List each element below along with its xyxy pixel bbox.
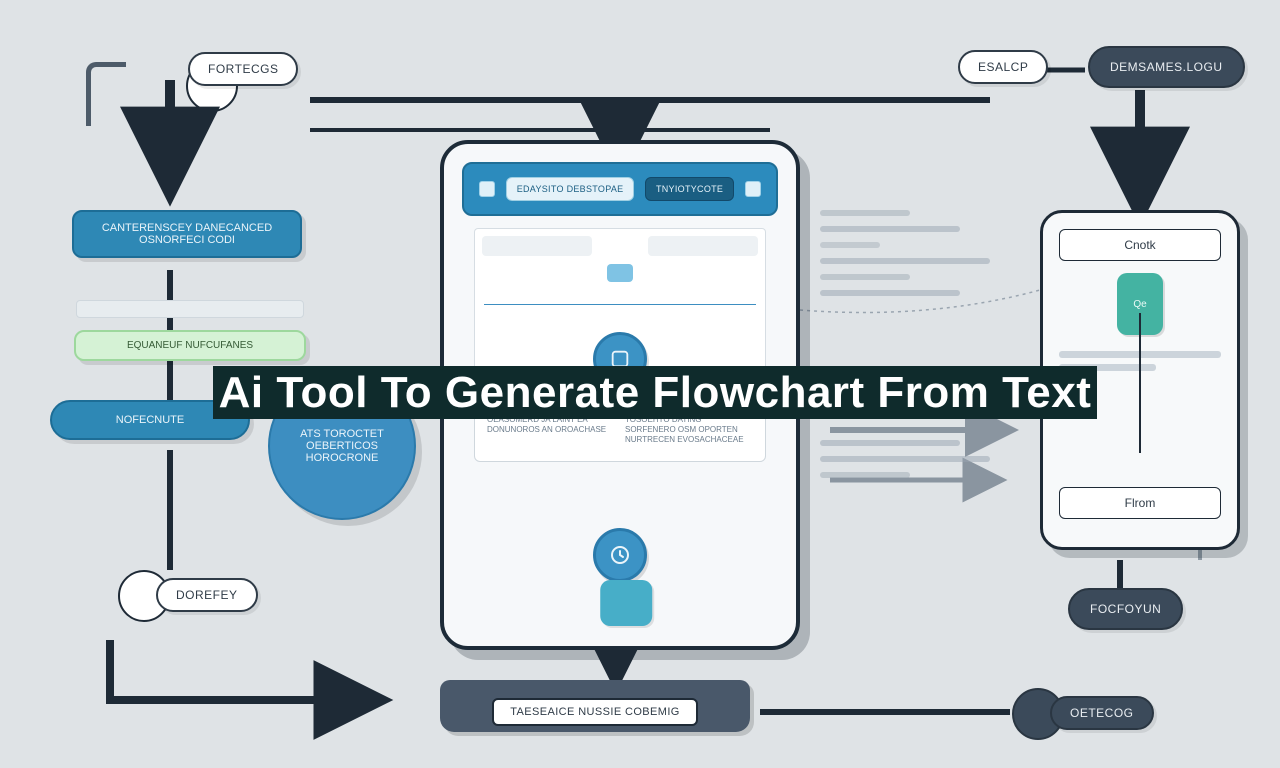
tab-label: TNYIOTYCOTE <box>656 184 723 194</box>
tablet-preview <box>474 228 766 378</box>
hint-lines-lower <box>820 430 1040 488</box>
node-canterenscey: CANTERENSCEY DANECANCED OSNORFECI CODI <box>72 210 302 258</box>
detail-col-2: CHANS THE DEINCORG TOSOEHTO DATING SORFE… <box>625 405 753 445</box>
node-large-circle: ATS TOROCTET OEBERTICOS HOROCRONE <box>268 372 416 520</box>
node-nofecnute: NOFECNUTE <box>50 400 250 440</box>
preview-mini-icon <box>607 264 633 282</box>
node-dorefey: DOREFEY <box>156 578 258 612</box>
node-label: CANTERENSCEY DANECANCED OSNORFECI CODI <box>102 222 272 246</box>
tab-label: EDAYSITO DEBSTOPAE <box>517 184 624 194</box>
panel-bottom-field[interactable]: Flrom <box>1059 487 1221 519</box>
preview-node-icon <box>593 332 647 386</box>
field-label: Cnotk <box>1124 238 1155 252</box>
mini-card-icon <box>600 580 652 626</box>
node-label: DOREFEY <box>176 588 238 602</box>
node-label: ESALCP <box>978 60 1028 74</box>
node-focfoyun: FOCFOYUN <box>1068 588 1183 630</box>
preview-divider <box>484 304 756 305</box>
node-label: FORTECGS <box>208 62 278 76</box>
decorative-bracket <box>86 62 126 126</box>
tray-label: TAESEAICE NUSSIE COBEMIG <box>510 706 680 718</box>
node-label: NOFECNUTE <box>116 414 184 426</box>
node-equaneuf: EQUANEUF NUFCUFANES <box>74 330 306 361</box>
tablet-detail: CPONL DAN DERSCHING CENA OEASOMERD JA LA… <box>474 394 766 462</box>
header-chip-icon <box>479 181 495 197</box>
node-demsames: DEMSAMES.LOGU <box>1088 46 1245 88</box>
node-label: FOCFOYUN <box>1090 602 1161 616</box>
node-fortecgs: FORTECGS <box>188 52 298 86</box>
tab-a[interactable]: EDAYSITO DEBSTOPAE <box>506 177 635 201</box>
bottom-tray: TAESEAICE NUSSIE COBEMIG <box>440 680 750 732</box>
field-label: Flrom <box>1125 496 1156 510</box>
header-chip-icon <box>745 181 761 197</box>
node-oetecog: OETECOG <box>1050 696 1154 730</box>
panel-top-field[interactable]: Cnotk <box>1059 229 1221 261</box>
node-esalcp: ESALCP <box>958 50 1048 84</box>
tablet-header: EDAYSITO DEBSTOPAE TNYIOTYCOTE <box>462 162 778 216</box>
node-label: DEMSAMES.LOGU <box>1110 60 1223 74</box>
panel-bar <box>1059 364 1156 371</box>
panel-divider <box>1139 313 1141 453</box>
detail-node-icon <box>593 528 647 582</box>
chip-label: Qe <box>1133 299 1146 310</box>
right-panel: Cnotk Qe Flrom <box>1040 210 1240 550</box>
hint-lines-upper <box>820 200 1040 306</box>
node-label: OETECOG <box>1070 706 1134 720</box>
node-label: EQUANEUF NUFCUFANES <box>127 340 253 351</box>
center-tablet: EDAYSITO DEBSTOPAE TNYIOTYCOTE CPONL DAN… <box>440 140 800 650</box>
node-label: ATS TOROCTET OEBERTICOS HOROCRONE <box>284 428 400 464</box>
detail-col-1: CPONL DAN DERSCHING CENA OEASOMERD JA LA… <box>487 405 615 445</box>
decorative-bar <box>76 300 304 318</box>
tray-label-box: TAESEAICE NUSSIE COBEMIG <box>492 698 698 726</box>
tab-b[interactable]: TNYIOTYCOTE <box>645 177 734 201</box>
